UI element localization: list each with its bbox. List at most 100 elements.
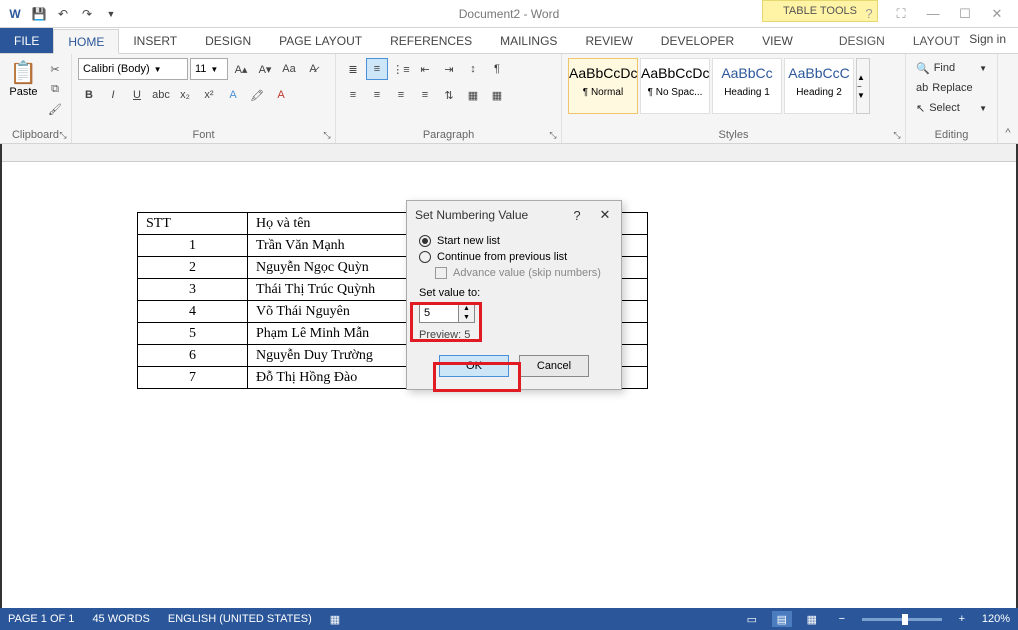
close-icon[interactable]: ✕	[982, 3, 1012, 25]
borders-icon[interactable]: ▦	[486, 84, 508, 106]
undo-icon[interactable]: ↶	[52, 3, 74, 25]
shrink-font-icon[interactable]: A▾	[254, 58, 276, 80]
format-painter-icon[interactable]: 🖌	[45, 100, 65, 118]
minimize-icon[interactable]: —	[918, 3, 948, 25]
tab-page-layout[interactable]: PAGE LAYOUT	[265, 28, 376, 53]
title-bar: W 💾 ↶ ↷ ▼ Document2 - Word TABLE TOOLS ?…	[0, 0, 1018, 28]
view-print-icon[interactable]: ▤	[772, 611, 792, 627]
zoom-out-icon[interactable]: −	[832, 611, 852, 627]
spin-down-icon[interactable]: ▼	[459, 313, 474, 322]
checkbox-advance-value: Advance value (skip numbers)	[435, 267, 609, 279]
italic-icon[interactable]: I	[102, 84, 124, 106]
status-macro-icon[interactable]: ▦	[330, 613, 340, 626]
select-button[interactable]: ↖Select▼	[912, 98, 991, 118]
spin-up-icon[interactable]: ▲	[459, 304, 474, 313]
dialog-close-icon[interactable]: ✕	[593, 205, 617, 225]
superscript-icon[interactable]: x²	[198, 84, 220, 106]
replace-button[interactable]: abReplace	[912, 78, 991, 98]
tab-home[interactable]: HOME	[53, 29, 119, 54]
dialog-help-icon[interactable]: ?	[565, 205, 589, 225]
copy-icon[interactable]: ⧉	[45, 80, 65, 98]
header-stt[interactable]: STT	[138, 213, 248, 235]
horizontal-ruler[interactable]	[2, 144, 1016, 162]
bullets-icon[interactable]: ≣	[342, 58, 364, 80]
style-heading-2[interactable]: AaBbCcCHeading 2	[784, 58, 854, 114]
tab-references[interactable]: REFERENCES	[376, 28, 486, 53]
ok-button[interactable]: OK	[439, 355, 509, 377]
paragraph-dialog-launcher-icon[interactable]: ⤡	[547, 129, 559, 141]
shading-icon[interactable]: ▦	[462, 84, 484, 106]
numbering-icon[interactable]: ≡	[366, 58, 388, 80]
tab-view[interactable]: VIEW	[748, 28, 807, 53]
tab-file[interactable]: FILE	[0, 28, 53, 53]
clear-formatting-icon[interactable]: A̷	[302, 58, 324, 80]
tab-table-design[interactable]: DESIGN	[825, 28, 899, 53]
tab-review[interactable]: REVIEW	[571, 28, 646, 53]
text-effects-icon[interactable]: A	[222, 84, 244, 106]
style-heading-1[interactable]: AaBbCcHeading 1	[712, 58, 782, 114]
justify-icon[interactable]: ≡	[414, 84, 436, 106]
window-controls: ? ⛶ — ☐ ✕	[848, 1, 1018, 27]
tab-insert[interactable]: INSERT	[119, 28, 191, 53]
set-value-label: Set value to:	[419, 287, 609, 299]
increase-indent-icon[interactable]: ⇥	[438, 58, 460, 80]
font-color-icon[interactable]: A	[270, 84, 292, 106]
style-normal[interactable]: AaBbCcDc¶ Normal	[568, 58, 638, 114]
line-spacing-icon[interactable]: ⇅	[438, 84, 460, 106]
subscript-icon[interactable]: x₂	[174, 84, 196, 106]
save-icon[interactable]: 💾	[28, 3, 50, 25]
set-value-input[interactable]	[419, 303, 459, 323]
multilevel-list-icon[interactable]: ⋮≡	[390, 58, 412, 80]
styles-more-icon[interactable]: ▲ − ▼	[856, 58, 870, 114]
change-case-icon[interactable]: Aa	[278, 58, 300, 80]
decrease-indent-icon[interactable]: ⇤	[414, 58, 436, 80]
redo-icon[interactable]: ↷	[76, 3, 98, 25]
align-center-icon[interactable]: ≡	[366, 84, 388, 106]
editing-label: Editing	[906, 129, 997, 141]
cut-icon[interactable]: ✂	[45, 60, 65, 78]
tab-design[interactable]: DESIGN	[191, 28, 265, 53]
font-name-combo[interactable]: Calibri (Body)▼	[78, 58, 188, 80]
zoom-level[interactable]: 120%	[982, 613, 1010, 625]
sign-in-link[interactable]: Sign in	[969, 32, 1006, 46]
grow-font-icon[interactable]: A▴	[230, 58, 252, 80]
ribbon-display-icon[interactable]: ⛶	[886, 3, 916, 25]
set-value-spinner[interactable]: ▲▼	[419, 303, 609, 323]
bold-icon[interactable]: B	[78, 84, 100, 106]
radio-start-new-list[interactable]: Start new list	[419, 235, 609, 247]
font-dialog-launcher-icon[interactable]: ⤡	[321, 129, 333, 141]
help-icon[interactable]: ?	[854, 3, 884, 25]
zoom-slider[interactable]	[862, 618, 942, 621]
collapse-ribbon-icon[interactable]: ^	[998, 54, 1018, 143]
radio-continue-previous[interactable]: Continue from previous list	[419, 251, 609, 263]
word-icon[interactable]: W	[4, 3, 26, 25]
paragraph-label: Paragraph	[336, 129, 561, 141]
sort-icon[interactable]: ↕	[462, 58, 484, 80]
align-left-icon[interactable]: ≡	[342, 84, 364, 106]
tab-developer[interactable]: DEVELOPER	[647, 28, 748, 53]
style-no-spacing[interactable]: AaBbCcDc¶ No Spac...	[640, 58, 710, 114]
cancel-button[interactable]: Cancel	[519, 355, 589, 377]
find-button[interactable]: 🔍Find▼	[912, 58, 991, 78]
qat-customize-icon[interactable]: ▼	[100, 3, 122, 25]
show-marks-icon[interactable]: ¶	[486, 58, 508, 80]
maximize-icon[interactable]: ☐	[950, 3, 980, 25]
document-title: Document2 - Word	[459, 7, 559, 21]
font-size-combo[interactable]: 11▼	[190, 58, 228, 80]
status-page[interactable]: PAGE 1 OF 1	[8, 613, 74, 625]
zoom-in-icon[interactable]: +	[952, 611, 972, 627]
group-font: Calibri (Body)▼ 11▼ A▴ A▾ Aa A̷ B I U ab…	[72, 54, 336, 143]
strikethrough-icon[interactable]: abc	[150, 84, 172, 106]
tab-mailings[interactable]: MAILINGS	[486, 28, 571, 53]
tab-table-layout[interactable]: LAYOUT	[899, 28, 974, 53]
status-language[interactable]: ENGLISH (UNITED STATES)	[168, 613, 312, 625]
dialog-title-bar[interactable]: Set Numbering Value ? ✕	[407, 201, 621, 229]
clipboard-dialog-launcher-icon[interactable]: ⤡	[57, 129, 69, 141]
view-web-icon[interactable]: ▦	[802, 611, 822, 627]
highlight-icon[interactable]: 🖍	[246, 84, 268, 106]
view-read-icon[interactable]: ▭	[742, 611, 762, 627]
underline-icon[interactable]: U	[126, 84, 148, 106]
align-right-icon[interactable]: ≡	[390, 84, 412, 106]
status-words[interactable]: 45 WORDS	[92, 613, 149, 625]
styles-dialog-launcher-icon[interactable]: ⤡	[891, 129, 903, 141]
